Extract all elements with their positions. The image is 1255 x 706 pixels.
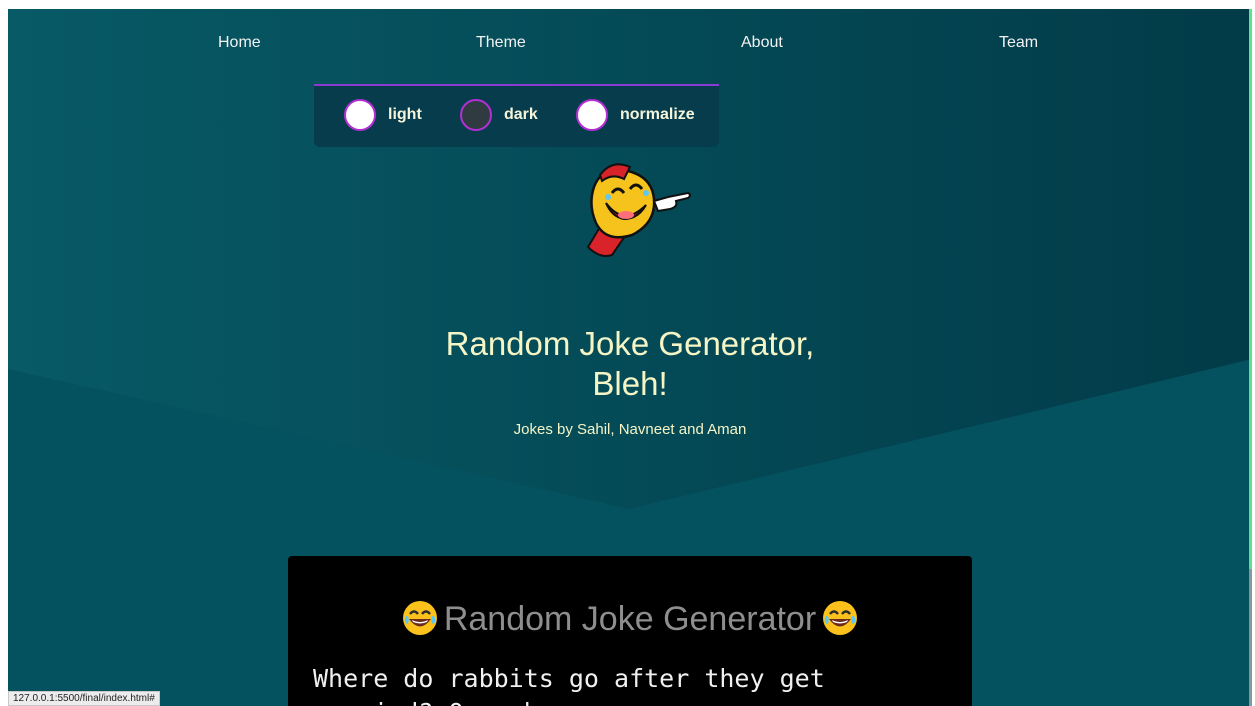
theme-option-normalize[interactable]: normalize	[576, 99, 695, 131]
joke-card-title: Random Joke Generator	[288, 600, 972, 639]
theme-dropdown: light dark normalize	[314, 84, 719, 147]
theme-option-label: normalize	[620, 106, 695, 123]
theme-option-dark[interactable]: dark	[460, 99, 538, 131]
nav-about-link[interactable]: About	[741, 34, 783, 52]
laughing-emoji-icon	[823, 601, 858, 635]
dark-swatch-icon	[460, 99, 492, 131]
joke-card-heading: Random Joke Generator	[443, 600, 817, 638]
nav-team-link[interactable]: Team	[999, 34, 1038, 52]
top-nav: Home Theme About Team	[8, 9, 1252, 77]
light-swatch-icon	[344, 99, 376, 131]
nav-theme-link[interactable]: Theme	[476, 34, 526, 52]
scrollbar-thumb[interactable]	[1249, 569, 1252, 706]
nav-home-link[interactable]: Home	[218, 34, 261, 52]
theme-option-light[interactable]: light	[344, 99, 422, 131]
page: Home Theme About Team light dark normali…	[8, 9, 1252, 706]
hero-title-line1: Random Joke Generator,	[445, 325, 815, 362]
theme-option-label: light	[388, 106, 422, 123]
hero-subtitle: Jokes by Sahil, Navneet and Aman	[513, 421, 747, 438]
laughing-mascot-icon	[586, 163, 691, 257]
normalize-swatch-icon	[576, 99, 608, 131]
hero-title: Random Joke Generator, Bleh!	[8, 324, 1252, 404]
joke-card: Random Joke Generator Where do rabbits g…	[288, 556, 972, 706]
laughing-emoji-icon	[402, 601, 437, 635]
joke-text: Where do rabbits go after they get marri…	[313, 664, 825, 706]
hero-title-line2: Bleh!	[592, 365, 668, 402]
theme-option-label: dark	[504, 106, 538, 123]
status-bar-url: 127.0.0.1:5500/final/index.html#	[8, 691, 160, 706]
